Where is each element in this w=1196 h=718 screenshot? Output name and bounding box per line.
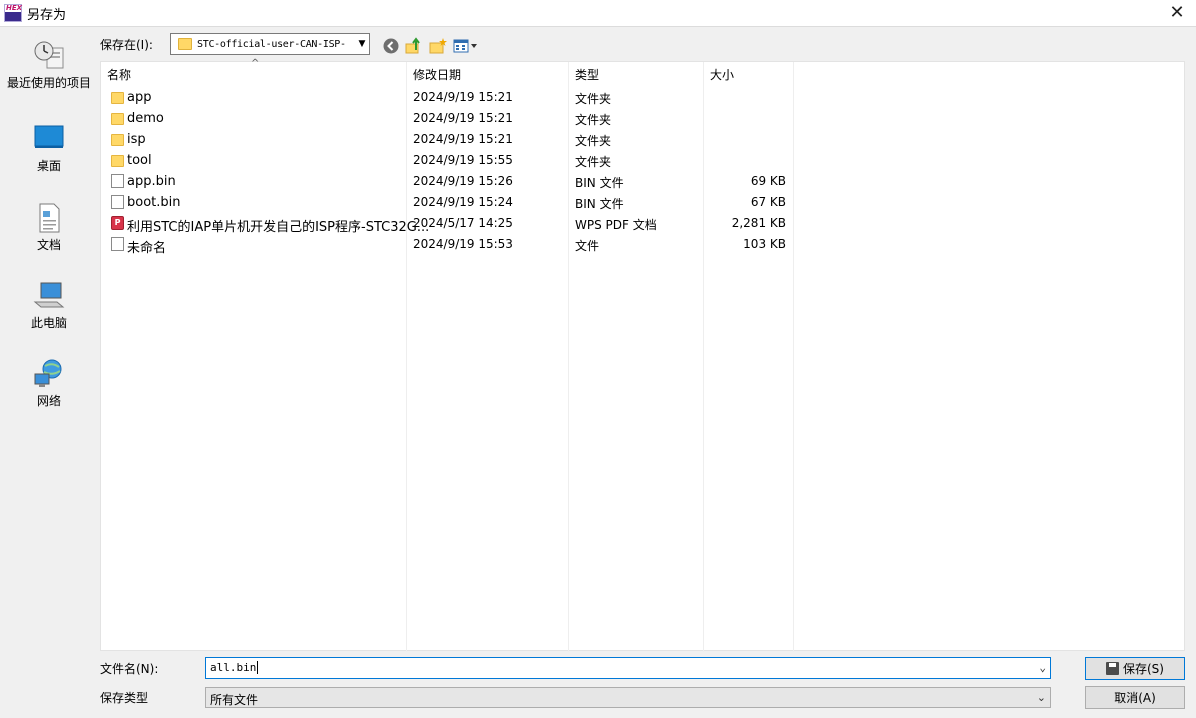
folder-icon xyxy=(111,113,124,125)
up-folder-icon[interactable] xyxy=(405,37,423,55)
this-pc-icon xyxy=(33,280,65,312)
save-icon xyxy=(1106,662,1119,675)
save-in-label: 保存在(I): xyxy=(100,38,153,52)
list-item[interactable]: P 利用STC的IAP单片机开发自己的ISP程序-STC32G... 2024/… xyxy=(101,212,901,235)
cancel-button-label: 取消(A) xyxy=(1114,691,1156,705)
chevron-down-icon: ⌄ xyxy=(1036,691,1046,704)
file-size: 2,281 KB xyxy=(731,216,786,230)
file-size: 103 KB xyxy=(743,237,786,251)
place-label: 网络 xyxy=(36,394,61,408)
file-icon xyxy=(111,237,124,251)
filename-value: all.bin xyxy=(210,661,257,674)
file-date: 2024/9/19 15:26 xyxy=(413,174,513,188)
folder-dropdown[interactable]: STC-official-user-CAN-ISP- ▼ xyxy=(170,33,370,55)
place-documents[interactable]: 文档 xyxy=(0,202,98,253)
filetype-value: 所有文件 xyxy=(210,693,259,707)
file-date: 2024/5/17 14:25 xyxy=(413,216,513,230)
filetype-select[interactable]: 所有文件 ⌄ xyxy=(205,687,1051,708)
chevron-down-icon[interactable]: ⌄ xyxy=(1039,661,1046,674)
place-recent[interactable]: 最近使用的项目 xyxy=(0,40,98,91)
file-list[interactable]: 名称 ^ 修改日期 类型 大小 app 2024/9/19 15:21 文件夹 … xyxy=(100,58,1185,652)
place-this-pc[interactable]: 此电脑 xyxy=(0,280,98,331)
file-icon xyxy=(111,195,124,209)
filename-label: 文件名(N): xyxy=(100,662,159,676)
file-type: BIN 文件 xyxy=(575,197,624,211)
column-header-name[interactable]: 名称 xyxy=(107,66,131,83)
file-name: app.bin xyxy=(127,174,176,189)
file-name: boot.bin xyxy=(127,195,181,210)
title-bar: HEX 另存为 ✕ xyxy=(0,0,1196,26)
file-name: demo xyxy=(127,111,164,126)
folder-icon xyxy=(111,134,124,146)
file-date: 2024/9/19 15:21 xyxy=(413,111,513,125)
file-date: 2024/9/19 15:53 xyxy=(413,237,513,251)
place-desktop[interactable]: 桌面 xyxy=(0,123,98,174)
file-date: 2024/9/19 15:21 xyxy=(413,132,513,146)
file-date: 2024/9/19 15:24 xyxy=(413,195,513,209)
documents-icon xyxy=(33,202,65,234)
filename-input[interactable]: all.bin ⌄ xyxy=(205,657,1051,679)
close-icon[interactable]: ✕ xyxy=(1166,2,1188,24)
file-type: 文件夹 xyxy=(575,134,612,148)
title-divider xyxy=(0,26,1196,27)
list-item[interactable]: boot.bin 2024/9/19 15:24 BIN 文件 67 KB xyxy=(101,191,901,212)
list-item[interactable]: tool 2024/9/19 15:55 文件夹 xyxy=(101,149,901,170)
column-header-size[interactable]: 大小 xyxy=(710,66,734,83)
recent-icon xyxy=(33,40,65,72)
list-item[interactable]: demo 2024/9/19 15:21 文件夹 xyxy=(101,107,901,128)
network-icon xyxy=(33,358,65,390)
place-network[interactable]: 网络 xyxy=(0,358,98,409)
file-type: BIN 文件 xyxy=(575,176,624,190)
list-item[interactable]: 未命名 2024/9/19 15:53 文件 103 KB xyxy=(101,233,901,256)
file-name: tool xyxy=(127,153,152,168)
place-label: 最近使用的项目 xyxy=(6,76,91,90)
list-item[interactable]: app.bin 2024/9/19 15:26 BIN 文件 69 KB xyxy=(101,170,901,191)
folder-icon xyxy=(178,38,192,50)
desktop-icon xyxy=(33,123,65,155)
cancel-button[interactable]: 取消(A) xyxy=(1085,686,1185,709)
sort-ascending-icon: ^ xyxy=(251,58,260,69)
column-header-type[interactable]: 类型 xyxy=(575,66,599,83)
file-type: 文件夹 xyxy=(575,92,612,106)
place-label: 桌面 xyxy=(36,159,61,173)
file-name: app xyxy=(127,90,152,105)
app-icon: HEX xyxy=(4,4,22,22)
file-type: WPS PDF 文档 xyxy=(575,218,657,232)
place-label: 文档 xyxy=(36,238,61,252)
file-type: 文件夹 xyxy=(575,155,612,169)
folder-icon xyxy=(111,155,124,167)
back-icon[interactable] xyxy=(382,37,400,55)
file-name: isp xyxy=(127,132,146,147)
column-header-date[interactable]: 修改日期 xyxy=(413,66,461,83)
file-size: 69 KB xyxy=(750,174,786,188)
save-button[interactable]: 保存(S) xyxy=(1085,657,1185,680)
file-name: 未命名 xyxy=(127,241,167,256)
pdf-icon: P xyxy=(111,216,124,230)
chevron-down-icon: ▼ xyxy=(358,39,366,49)
current-folder: STC-official-user-CAN-ISP- xyxy=(197,38,346,50)
file-type: 文件夹 xyxy=(575,113,612,127)
file-size: 67 KB xyxy=(750,195,786,209)
places-bar: 最近使用的项目 桌面 文档 此电脑 网络 xyxy=(0,30,98,510)
filetype-label: 保存类型 xyxy=(100,691,149,705)
place-label: 此电脑 xyxy=(30,316,67,330)
file-date: 2024/9/19 15:21 xyxy=(413,90,513,104)
list-item[interactable]: isp 2024/9/19 15:21 文件夹 xyxy=(101,128,901,149)
new-folder-icon[interactable] xyxy=(429,37,447,55)
folder-icon xyxy=(111,92,124,104)
save-button-label: 保存(S) xyxy=(1123,662,1164,676)
file-type: 文件 xyxy=(575,239,600,253)
list-item[interactable]: app 2024/9/19 15:21 文件夹 xyxy=(101,86,901,107)
file-date: 2024/9/19 15:55 xyxy=(413,153,513,167)
window-title: 另存为 xyxy=(27,7,67,23)
view-menu-icon[interactable] xyxy=(453,37,479,55)
file-icon xyxy=(111,174,124,188)
